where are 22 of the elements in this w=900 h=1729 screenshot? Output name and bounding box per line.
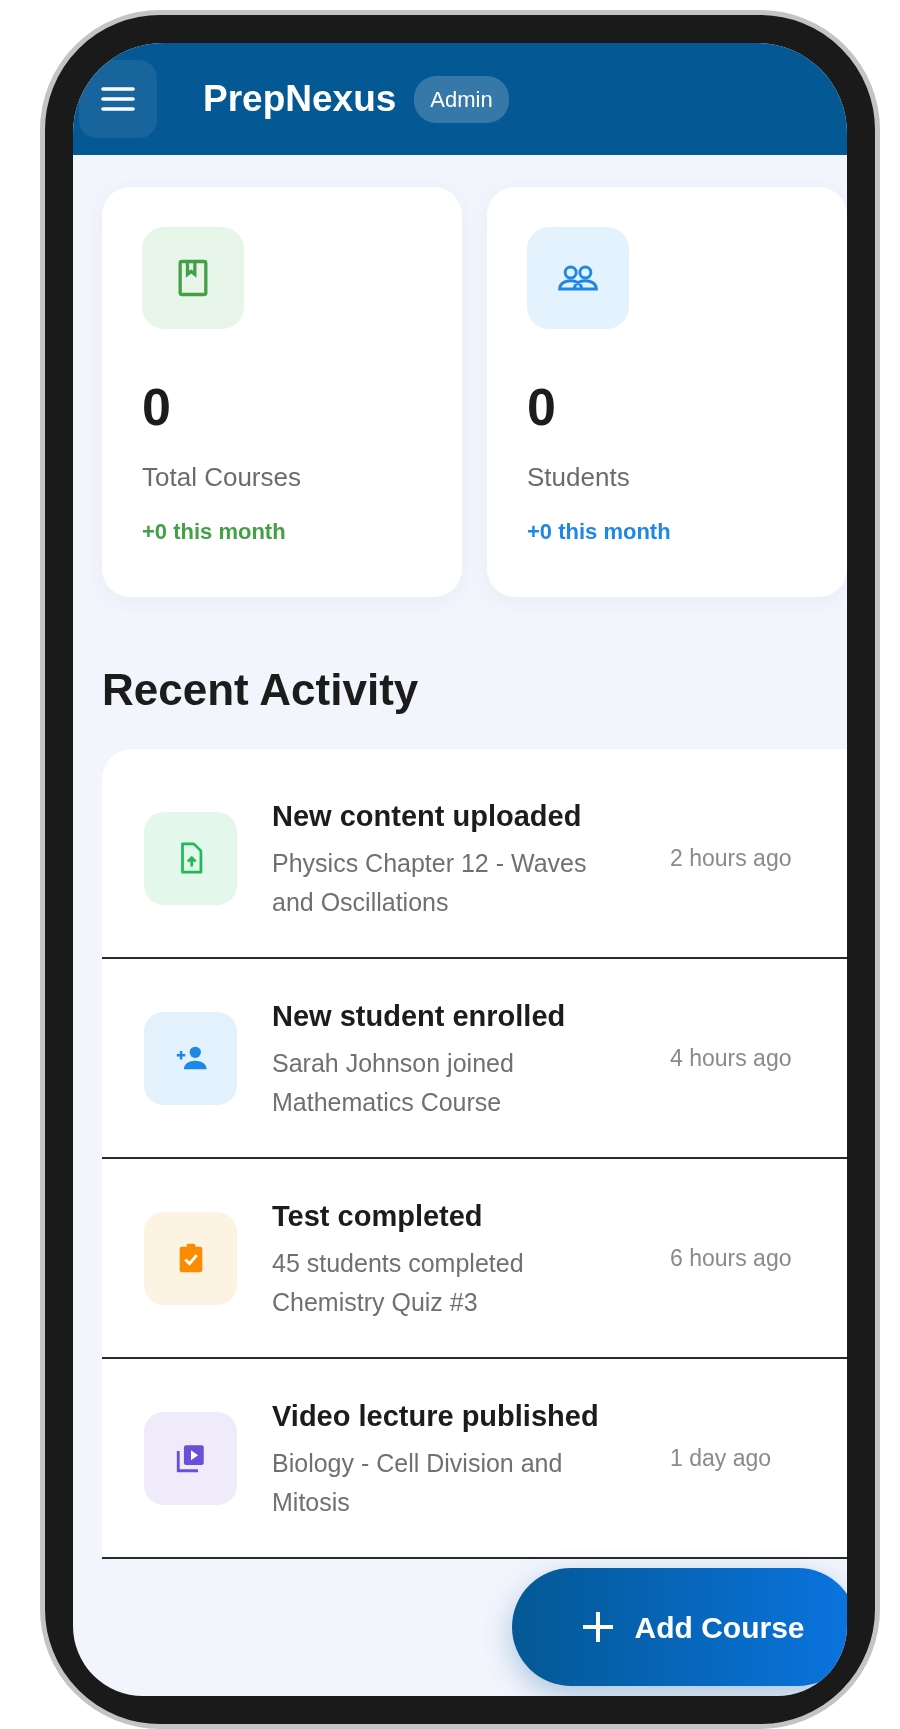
- activity-title: Test completed: [272, 1198, 484, 1234]
- activity-time: 2 hours ago: [670, 843, 792, 873]
- activity-detail: Physics Chapter 12 - Waves and Oscillations: [272, 848, 588, 918]
- activity-time: 1 day ago: [670, 1443, 772, 1473]
- activity-detail: 45 students completed Chemistry Quiz #3: [272, 1248, 525, 1318]
- activity-title: New content uploaded: [272, 798, 583, 834]
- stat-change: +0 this month: [527, 518, 672, 547]
- activity-detail: Biology - Cell Division and Mitosis: [272, 1448, 564, 1518]
- app-title: PrepNexus: [203, 77, 397, 122]
- stat-label: Students: [527, 461, 631, 495]
- activity-detail: Sarah Johnson joined Mathematics Course: [272, 1048, 515, 1118]
- section-heading: Recent Activity: [102, 664, 420, 716]
- activity-title: New student enrolled: [272, 998, 567, 1034]
- activity-time: 4 hours ago: [670, 1043, 792, 1073]
- stat-label: Total Courses: [142, 461, 302, 495]
- add-course-button[interactable]: Add Course: [512, 1568, 847, 1686]
- stat-value: 0: [142, 379, 172, 437]
- stat-change: +0 this month: [142, 518, 287, 547]
- activity-title: Video lecture published: [272, 1398, 600, 1434]
- stat-value: 0: [527, 379, 557, 437]
- role-badge: Admin: [414, 75, 509, 123]
- activity-time: 6 hours ago: [670, 1243, 792, 1273]
